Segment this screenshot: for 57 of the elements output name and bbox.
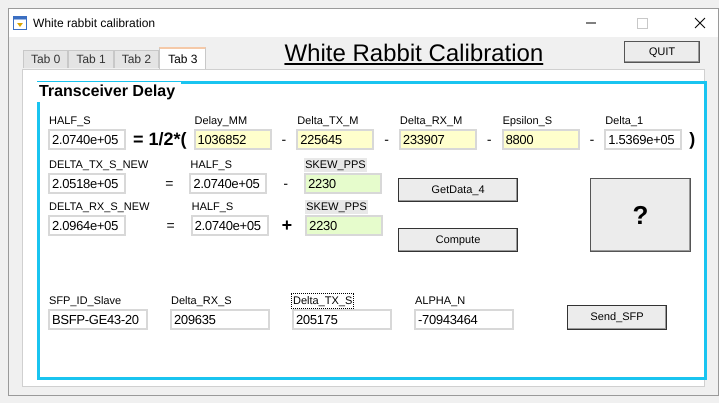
input-field[interactable]: 2.0518e+05 [48, 173, 126, 194]
field-label: Delta_TX_M [296, 114, 360, 128]
field-label: Delta_1 [604, 114, 644, 128]
tab[interactable]: Tab 0 [23, 50, 68, 68]
operator-sign: - [486, 130, 493, 149]
field-label: Delta_TX_S [292, 294, 354, 308]
field-label: Epsilon_S [502, 114, 554, 128]
field-label: Delta_RX_S [170, 294, 233, 308]
operator-sign: = 1/2*( [132, 128, 188, 150]
operator-sign: - [383, 130, 390, 149]
field-label: SKEW_PPS [305, 200, 368, 214]
field-label: HALF_S [190, 200, 234, 214]
input-field[interactable]: 1036852 [194, 129, 272, 150]
action-button[interactable]: Compute [398, 228, 518, 252]
tab[interactable]: Tab 3 [159, 47, 206, 69]
field-label: ALPHA_N [414, 294, 466, 308]
window-title: White rabbit calibration [33, 15, 156, 32]
app-icon [13, 16, 27, 30]
input-field[interactable]: BSFP-GE43-20 [48, 309, 148, 330]
input-field[interactable]: 209635 [170, 309, 270, 330]
input-field[interactable]: 2.0740e+05 [190, 215, 269, 236]
operator-sign: - [280, 130, 288, 149]
input-field[interactable]: 205175 [292, 309, 392, 330]
operator-sign: - [282, 174, 290, 193]
window-heading: White Rabbit Calibration [284, 40, 544, 68]
operator-sign: - [588, 130, 596, 149]
input-field[interactable]: 2230 [305, 215, 384, 236]
maximize-icon [637, 18, 648, 28]
field-label: DELTA_TX_S_NEW [48, 158, 150, 172]
field-label: HALF_S [189, 158, 233, 172]
tab[interactable]: Tab 2 [114, 50, 160, 68]
input-field[interactable]: 2.0740e+05 [48, 129, 126, 150]
input-field[interactable]: 2230 [304, 173, 382, 194]
field-label: SFP_ID_Slave [48, 294, 122, 308]
input-field[interactable]: 225645 [296, 129, 374, 150]
operator-sign: = [165, 216, 176, 235]
tab[interactable]: Tab 1 [68, 50, 114, 68]
operator-sign: ) [688, 128, 696, 150]
quit-button[interactable]: QUIT [624, 41, 700, 63]
operator-sign: = [164, 174, 174, 193]
field-label: SKEW_PPS [304, 158, 367, 172]
input-field[interactable]: 233907 [398, 129, 477, 150]
field-label: DELTA_RX_S_NEW [48, 200, 150, 214]
help-button[interactable]: ? [590, 178, 691, 252]
field-label: HALF_S [48, 114, 92, 128]
operator-sign: + [280, 214, 294, 236]
group-title: Transceiver Delay [36, 82, 181, 102]
send-sfp-button[interactable]: Send_SFP [567, 305, 667, 330]
input-field[interactable]: 8800 [502, 129, 580, 150]
action-button[interactable]: GetData_4 [398, 178, 518, 202]
field-label: Delta_RX_M [398, 114, 464, 128]
input-field[interactable]: -70943464 [414, 309, 514, 330]
input-field[interactable]: 1.5369e+05 [604, 129, 682, 150]
field-label: Delay_MM [194, 114, 248, 128]
input-field[interactable]: 2.0740e+05 [189, 173, 268, 194]
close-icon[interactable] [694, 17, 706, 29]
input-field[interactable]: 2.0964e+05 [48, 215, 126, 236]
